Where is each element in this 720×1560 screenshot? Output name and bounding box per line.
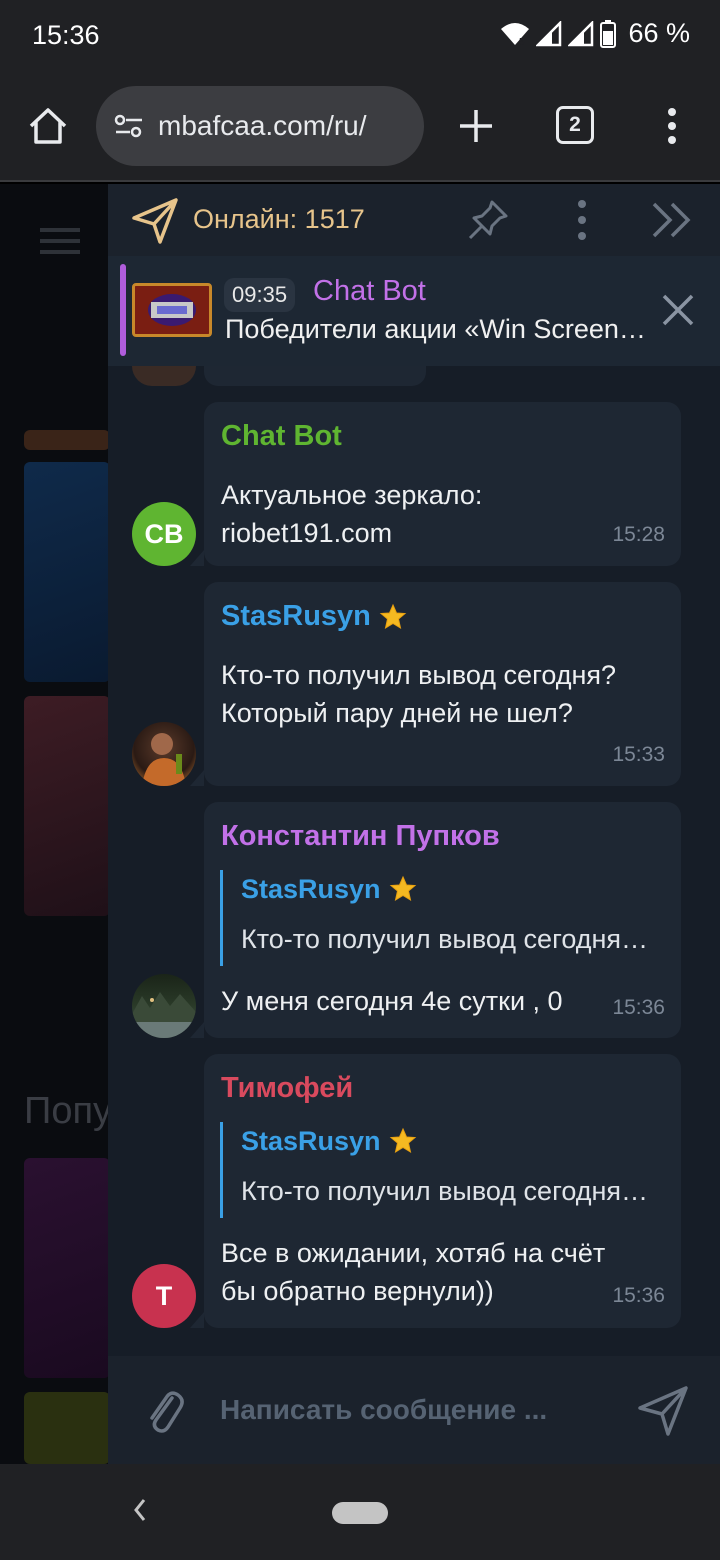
message-author: Константин Пупков bbox=[221, 820, 500, 853]
message-text: Все в ожидании, хотяб на счёт бы обратно… bbox=[221, 1234, 605, 1310]
author-name[interactable]: Константин Пупков bbox=[221, 820, 500, 853]
star-icon bbox=[389, 1127, 416, 1154]
message-line: У меня сегодня 4е сутки , 0 bbox=[221, 986, 563, 1016]
message-time: 15:36 bbox=[612, 996, 665, 1019]
message-author: Тимофей bbox=[221, 1072, 353, 1105]
reply-quote[interactable]: StasRusyn Кто-то получил вывод сегодня… bbox=[220, 1122, 666, 1218]
collapse-chevrons-icon[interactable] bbox=[650, 200, 696, 240]
pinned-time: 09:35 bbox=[224, 278, 296, 312]
avatar[interactable]: T bbox=[132, 1264, 196, 1328]
back-chevron-icon[interactable] bbox=[128, 1494, 152, 1526]
battery-level: 66 % bbox=[628, 18, 690, 48]
avatar[interactable]: CB bbox=[132, 502, 196, 566]
quote-text: Кто-то получил вывод сегодня… bbox=[241, 1176, 649, 1206]
avatar[interactable] bbox=[132, 974, 196, 1038]
url-text: mbafcaa.com/ru/ bbox=[158, 110, 367, 141]
wifi-icon: 5 bbox=[501, 22, 530, 47]
message-time: 15:36 bbox=[612, 1284, 665, 1307]
avatar bbox=[132, 366, 196, 386]
message-line: бы обратно вернули)) bbox=[221, 1276, 494, 1306]
quote-author-name: StasRusyn bbox=[241, 873, 381, 904]
new-tab-icon[interactable] bbox=[456, 106, 496, 146]
quote-author: StasRusyn bbox=[241, 1122, 666, 1160]
game-tile[interactable] bbox=[24, 430, 110, 450]
message-input[interactable]: Написать сообщение ... bbox=[220, 1394, 547, 1426]
close-icon[interactable] bbox=[660, 292, 696, 328]
user-photo-icon bbox=[132, 992, 196, 1038]
star-icon bbox=[379, 603, 407, 629]
message-text: Кто-то получил вывод сегодня? Который па… bbox=[221, 656, 616, 732]
site-settings-icon[interactable] bbox=[114, 113, 144, 139]
author-name[interactable]: Тимофей bbox=[221, 1072, 353, 1105]
paper-plane-icon bbox=[132, 198, 178, 244]
popular-heading: Попу bbox=[24, 1090, 113, 1132]
reply-quote[interactable]: StasRusyn Кто-то получил вывод сегодня… bbox=[220, 870, 666, 966]
quote-author-name: StasRusyn bbox=[241, 1125, 381, 1156]
send-icon[interactable] bbox=[636, 1384, 690, 1438]
message-line: Кто-то получил вывод сегодня? bbox=[221, 660, 617, 690]
chat-header: Онлайн: 1517 bbox=[108, 184, 720, 256]
user-photo-icon bbox=[142, 733, 186, 786]
chat-message: Константин Пупков StasRusyn Кто-то получ… bbox=[190, 802, 681, 1038]
paperclip-icon[interactable] bbox=[142, 1386, 186, 1436]
chat-message: StasRusyn Кто-то получил вывод сегодня? … bbox=[190, 582, 681, 786]
online-count: Онлайн: 1517 bbox=[193, 204, 365, 234]
svg-text:5: 5 bbox=[519, 37, 525, 47]
pinned-message[interactable]: 09:35 Chat Bot Победители акции «Win Scr… bbox=[108, 256, 720, 366]
chat-message: Тимофей StasRusyn Кто-то получил вывод с… bbox=[190, 1054, 681, 1328]
message-composer: Написать сообщение ... bbox=[108, 1356, 720, 1464]
message-bubble bbox=[204, 366, 426, 386]
game-tile[interactable] bbox=[24, 462, 110, 682]
message-line: Актуальное зеркало: bbox=[221, 480, 483, 510]
quote-text: Кто-то получил вывод сегодня… bbox=[241, 924, 649, 954]
address-bar[interactable]: mbafcaa.com/ru/ bbox=[96, 86, 424, 166]
chat-message: Chat Bot Актуальное зеркало: riobet191.c… bbox=[190, 402, 681, 566]
system-nav-bar bbox=[0, 1464, 720, 1560]
message-text: У меня сегодня 4е сутки , 0 bbox=[221, 982, 563, 1020]
home-gesture-pill[interactable] bbox=[332, 1502, 388, 1524]
quote-author: StasRusyn bbox=[241, 870, 666, 908]
game-tile[interactable] bbox=[24, 1158, 110, 1378]
pinned-author: Chat Bot bbox=[313, 275, 426, 307]
avatar[interactable] bbox=[132, 722, 196, 786]
status-icons: 5 66 % bbox=[500, 18, 690, 49]
status-time: 15:36 bbox=[32, 20, 100, 50]
status-bar: 15:36 5 66 % bbox=[0, 0, 720, 72]
chat-panel: Онлайн: 1517 09:35 Chat Bot Победители а… bbox=[108, 184, 720, 1464]
overflow-menu-icon[interactable] bbox=[660, 104, 684, 148]
game-tile[interactable] bbox=[24, 1392, 110, 1464]
message-author: Chat Bot bbox=[221, 420, 342, 453]
message-time: 15:33 bbox=[612, 743, 665, 766]
signal-icon bbox=[536, 20, 562, 46]
author-name[interactable]: StasRusyn bbox=[221, 600, 371, 633]
star-icon bbox=[389, 875, 416, 902]
hamburger-icon[interactable] bbox=[40, 226, 80, 256]
signal-icon-2 bbox=[568, 20, 594, 46]
pinned-text: Победители акции «Win Screen… bbox=[225, 314, 646, 344]
battery-icon bbox=[600, 19, 617, 48]
pin-icon[interactable] bbox=[466, 198, 510, 242]
more-vertical-icon[interactable] bbox=[574, 198, 590, 242]
message-author: StasRusyn bbox=[221, 600, 407, 633]
message-text: Актуальное зеркало: riobet191.com bbox=[221, 476, 482, 552]
promo-logo-icon bbox=[135, 286, 209, 334]
browser-toolbar: mbafcaa.com/ru/ 2 bbox=[0, 72, 720, 182]
message-time: 15:28 bbox=[612, 523, 665, 546]
message-line: riobet191.com bbox=[221, 518, 393, 548]
tab-switcher-button[interactable]: 2 bbox=[556, 106, 594, 144]
author-name[interactable]: Chat Bot bbox=[221, 420, 342, 453]
pinned-indicator bbox=[120, 264, 126, 356]
game-tile[interactable] bbox=[24, 696, 110, 916]
message-line: Все в ожидании, хотяб на счёт bbox=[221, 1238, 606, 1268]
message-line: Который пару дней не шел? bbox=[221, 698, 573, 728]
home-icon[interactable] bbox=[26, 104, 70, 148]
pinned-thumbnail bbox=[132, 283, 212, 337]
